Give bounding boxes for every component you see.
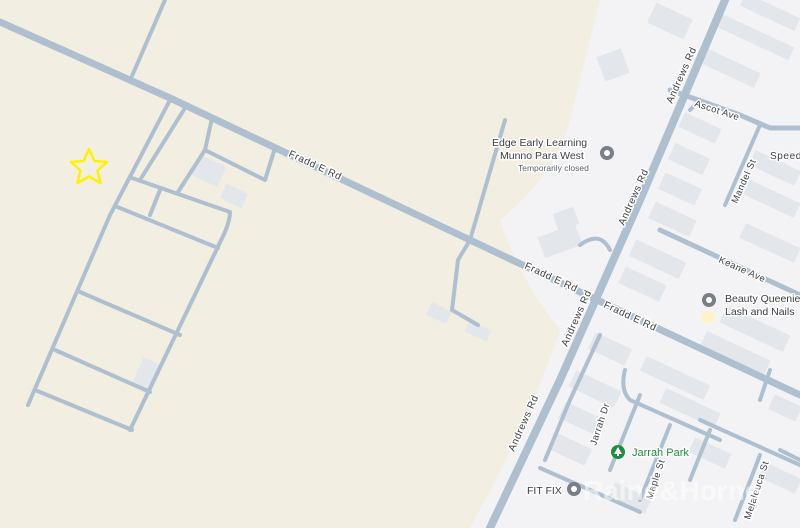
poi-beauty-name-line1: Beauty Queenie <box>725 293 800 305</box>
poi-edge-name-line2: Munno Para West <box>500 150 584 162</box>
poi-edge-name-line1: Edge Early Learning <box>492 137 587 149</box>
poi-edge-status: Temporarily closed <box>518 163 589 173</box>
poi-jarrah-park[interactable]: Jarrah Park <box>611 445 691 461</box>
beauty-pin-icon[interactable] <box>702 293 716 307</box>
map-view[interactable]: Fradd E Rd Fradd E Rd Fradd E Rd Andrews… <box>0 0 800 528</box>
watermark: Raine&Horne <box>583 475 760 506</box>
poi-fit-fix[interactable]: FIT FIX <box>526 482 581 499</box>
gym-pin-icon[interactable] <box>567 482 581 496</box>
tree-icon[interactable] <box>611 445 625 459</box>
poi-beauty-name-line2: Lash and Nails <box>725 306 794 318</box>
road-label-speed: Speed <box>770 151 800 162</box>
poi-beauty-tag <box>702 312 714 322</box>
school-pin-icon[interactable] <box>600 146 614 160</box>
poi-jarrah-park-name: Jarrah Park <box>632 447 689 459</box>
map-canvas[interactable]: Fradd E Rd Fradd E Rd Fradd E Rd Andrews… <box>0 0 800 528</box>
poi-fit-fix-name: FIT FIX <box>527 485 562 497</box>
